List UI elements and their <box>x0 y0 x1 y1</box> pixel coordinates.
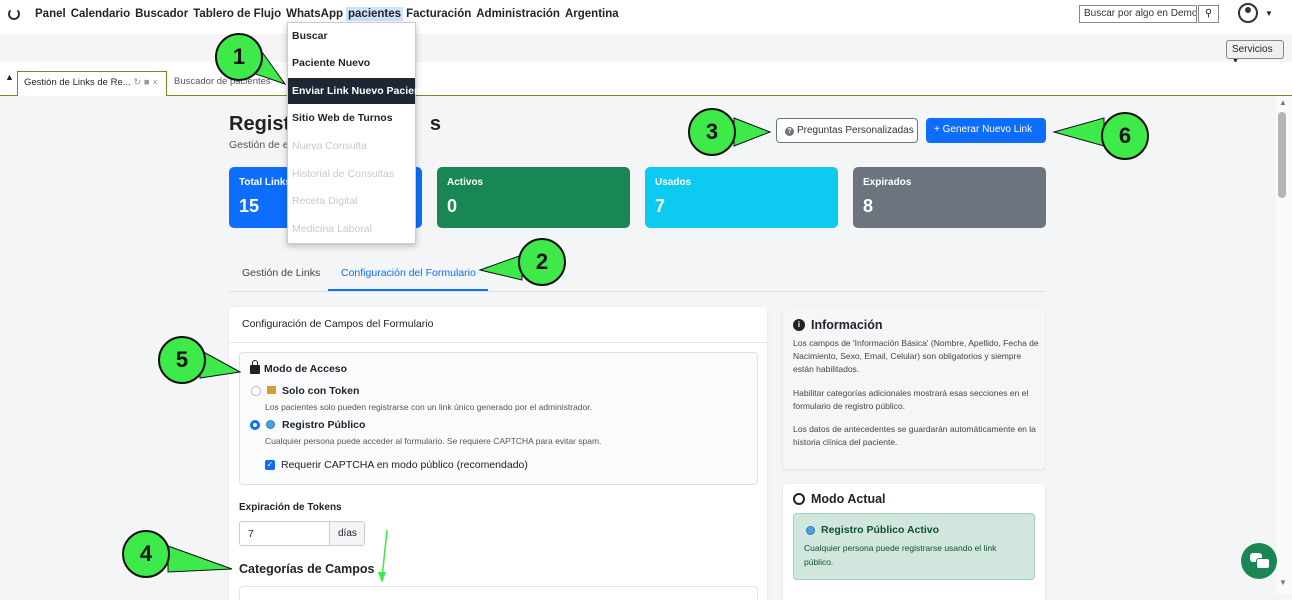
globe-icon <box>806 526 815 535</box>
option-registro-publico-title: Registro Público <box>282 419 366 431</box>
mode-status-desc: Cualquier persona puede registrarse usan… <box>804 543 997 567</box>
callout-2: 2 <box>518 238 566 286</box>
current-mode-title: Modo Actual <box>811 492 886 506</box>
callout-6: 6 <box>1101 112 1149 160</box>
expiration-title: Expiración de Tokens <box>239 502 342 513</box>
user-circle-icon[interactable] <box>1238 3 1258 23</box>
page-subtitle: Gestión de en <box>229 139 295 151</box>
globe-icon <box>793 493 805 505</box>
globe-icon <box>266 420 275 429</box>
arrow-4 <box>167 545 233 573</box>
tab-label: Gestión de Links de Re... <box>24 77 131 88</box>
tab-configuracion-formulario[interactable]: Configuración del Formulario <box>341 267 476 279</box>
info-title: Información <box>811 318 883 332</box>
refresh-icon[interactable]: ↻ <box>133 77 141 88</box>
expiration-days-input[interactable]: 7 <box>239 521 330 546</box>
card-title: Configuración de Campos del Formulario <box>229 307 767 343</box>
stat-label: Expirados <box>863 177 912 188</box>
question-icon: ? <box>785 127 794 136</box>
scroll-up-icon[interactable]: ▲ <box>1279 98 1287 107</box>
captcha-label: Requerir CAPTCHA en modo público (recome… <box>281 459 528 471</box>
menu-item-historial-consultas: Historial de Consultas <box>292 168 395 180</box>
option-solo-token-title: Solo con Token <box>282 385 360 397</box>
lock-icon: ■ <box>143 77 150 88</box>
categories-title: Categorías de Campos <box>239 562 375 576</box>
stat-card-usados: Usados 7 <box>645 167 838 228</box>
expiration-unit: días <box>330 521 365 546</box>
chevron-down-icon[interactable]: ▼ <box>1265 9 1273 18</box>
generar-nuevo-link-button[interactable]: + Generar Nuevo Link <box>926 118 1046 143</box>
nav-item-buscador[interactable]: Buscador <box>133 7 190 21</box>
option-solo-token-desc: Los pacientes solo pueden registrarse co… <box>265 402 592 412</box>
servicios-label: Servicios <box>1232 44 1273 55</box>
menu-item-medicina-laboral: Medicina Laboral <box>292 223 372 235</box>
captcha-checkbox[interactable]: ✓ <box>265 460 275 470</box>
tab-label: Buscador de pacientes <box>174 76 271 87</box>
content-tabs: Gestión de Links Configuración del Formu… <box>229 258 1045 292</box>
nav-item-tablero[interactable]: Tablero de Flujo <box>191 7 283 21</box>
mode-status-title: Registro Público Activo <box>821 524 940 536</box>
arrow-6 <box>1052 117 1105 147</box>
option-registro-publico-desc: Cualquier persona puede acceder al formu… <box>265 436 602 446</box>
lock-icon <box>250 360 260 374</box>
search-icon[interactable]: ⚲ <box>1198 5 1219 23</box>
categories-box <box>239 586 758 600</box>
close-icon[interactable]: × <box>152 77 158 88</box>
tab-gestion-de-links[interactable]: Gestión de Links <box>242 267 320 279</box>
stat-label: Usados <box>655 177 692 188</box>
page-title-tail: s <box>429 113 442 135</box>
radio-registro-publico[interactable] <box>250 420 260 430</box>
pacientes-dropdown-menu: Buscar Paciente Nuevo Enviar Link Nuevo … <box>287 22 430 244</box>
menu-item-receta-digital: Receta Digital <box>292 195 358 207</box>
main-nav: Panel Calendario Buscador Tablero de Flu… <box>33 7 622 21</box>
chat-icon[interactable] <box>1241 543 1277 579</box>
stat-label: Activos <box>447 177 484 188</box>
preguntas-personalizadas-button[interactable]: ? Preguntas Personalizadas <box>776 118 918 143</box>
stat-card-expirados: Expirados 8 <box>853 167 1046 228</box>
nav-item-administracion[interactable]: Administración <box>474 7 562 21</box>
menu-item-nueva-consulta: Nueva Consulta <box>292 140 367 152</box>
tab-gestion-links[interactable]: Gestión de Links de Re... ↻ ■ × <box>17 71 167 96</box>
servicios-button[interactable]: Servicios ▼ <box>1226 40 1284 65</box>
callout-5: 5 <box>158 336 206 384</box>
generar-label: + Generar Nuevo Link <box>934 124 1033 135</box>
stat-value: 0 <box>447 196 458 216</box>
callout-1: 1 <box>215 33 263 81</box>
app-logo-icon[interactable] <box>8 8 20 20</box>
menu-item-buscar[interactable]: Buscar <box>288 23 415 49</box>
preguntas-label: Preguntas Personalizadas <box>797 125 914 136</box>
info-icon: i <box>793 319 805 331</box>
info-paragraph-1: Los campos de 'Información Básica' (Nomb… <box>793 338 1039 374</box>
nav-item-whatsapp[interactable]: WhatsApp <box>284 7 345 21</box>
nav-item-calendario[interactable]: Calendario <box>69 7 132 21</box>
menu-item-enviar-link[interactable]: Enviar Link Nuevo Paciente <box>288 78 430 104</box>
global-search-input[interactable]: Buscar por algo en Demografía <box>1079 5 1197 23</box>
stat-value: 8 <box>863 196 874 216</box>
radio-solo-token[interactable] <box>251 386 261 396</box>
active-tab-indicator <box>328 289 488 291</box>
house-icon <box>267 386 276 394</box>
nav-item-argentina[interactable]: Argentina <box>563 7 621 21</box>
nav-item-panel[interactable]: Panel <box>33 7 68 21</box>
info-paragraph-3: Los datos de antecedentes se guardarán a… <box>793 424 1036 447</box>
access-mode-title: Modo de Acceso <box>264 363 348 375</box>
info-paragraph-2: Habilitar categorías adicionales mostrar… <box>793 388 1029 411</box>
nav-item-pacientes[interactable]: pacientes <box>346 7 404 21</box>
menu-item-paciente-nuevo[interactable]: Paciente Nuevo <box>288 50 415 76</box>
arrow-3 <box>733 117 772 147</box>
callout-4: 4 <box>122 530 170 578</box>
scrollbar-thumb[interactable] <box>1278 112 1286 198</box>
collapse-tabs-icon[interactable]: ▲ <box>5 72 14 82</box>
menu-item-sitio-web-turnos[interactable]: Sitio Web de Turnos <box>288 105 415 131</box>
nav-item-facturacion[interactable]: Facturación <box>404 7 473 21</box>
scroll-down-icon[interactable]: ▼ <box>1279 578 1287 587</box>
callout-3: 3 <box>688 108 736 156</box>
stat-value: 7 <box>655 196 666 216</box>
stat-card-activos: Activos 0 <box>437 167 630 228</box>
